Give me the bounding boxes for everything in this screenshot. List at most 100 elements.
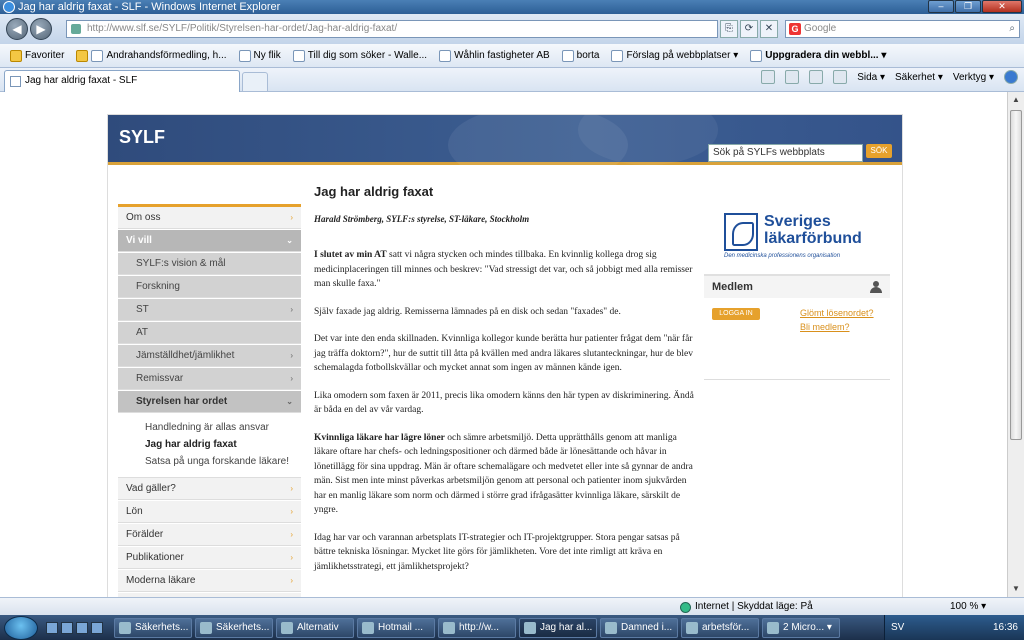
paragraph-text: och sämre arbetsmiljö. Detta upprätthåll…	[314, 432, 693, 516]
app-quicklaunch-icon[interactable]	[91, 621, 103, 634]
taskbar-button[interactable]: arbetsför...	[681, 617, 759, 638]
tools-menu[interactable]: Verktyg ▾	[953, 72, 994, 83]
taskbar-button[interactable]: Alternativ	[276, 617, 354, 638]
site-logo[interactable]: SYLF	[119, 127, 165, 148]
sidebar-nav: Om oss › Vi vill ⌄ SYLF:s vision & mål Forskn…	[118, 204, 301, 597]
site-search-button[interactable]: SÖK	[866, 144, 892, 158]
print-icon[interactable]	[833, 70, 848, 84]
address-input[interactable]: http://www.slf.se/SYLF/Politik/Styrelsen…	[66, 20, 718, 38]
add-favorite-icon	[76, 49, 89, 62]
sidebar-item[interactable]: Remissvar ›	[118, 368, 301, 390]
taskbar-button[interactable]: Damned i...	[600, 617, 678, 638]
member-title: Medlem	[712, 281, 753, 293]
sidebar-item[interactable]: Lön ›	[118, 501, 301, 523]
new-tab-button[interactable]	[242, 72, 268, 92]
scroll-up-icon[interactable]: ▲	[1008, 92, 1024, 108]
quick-launch	[46, 621, 103, 634]
page-icon	[292, 49, 305, 62]
language-indicator[interactable]: SV	[891, 622, 904, 633]
switch-windows-icon[interactable]	[61, 621, 73, 634]
sidebar-item-label: Jämställdhet/jämlikhet	[136, 350, 235, 361]
sidebar-item[interactable]: Moderna läkare ›	[118, 570, 301, 592]
search-icon[interactable]: ⌕	[1009, 21, 1015, 37]
forgot-password-link[interactable]: Glömt lösenordet?	[800, 308, 874, 318]
login-button[interactable]: LOGGA IN	[712, 308, 760, 320]
taskbar-button[interactable]: Hotmail ...	[357, 617, 435, 638]
nav-leaf-handledning[interactable]: Handledning är allas ansvar	[118, 419, 301, 436]
mail-icon[interactable]	[809, 70, 824, 84]
stop-icon[interactable]: ✕	[760, 20, 778, 38]
nav-leaf-current[interactable]: Jag har aldrig faxat	[118, 436, 301, 453]
page-icon	[750, 49, 763, 62]
sidebar-item[interactable]: Publikationer ›	[118, 547, 301, 569]
back-button[interactable]: ◀	[6, 18, 28, 40]
sidebar-item[interactable]: AT	[118, 322, 301, 344]
favorite-item[interactable]: Uppgradera din webbl... ▾	[746, 49, 890, 62]
start-button[interactable]	[4, 616, 38, 640]
sidebar-item[interactable]: Styrelsen har ordet ⌄	[118, 391, 301, 413]
clock[interactable]: 16:36	[993, 615, 1018, 640]
page-menu[interactable]: Sida ▾	[857, 72, 885, 83]
sidebar-item-label: Remissvar	[136, 373, 184, 384]
sidebar-item[interactable]: Vi vill ⌄	[118, 230, 301, 252]
taskbar-button[interactable]: Jag har al...	[519, 617, 597, 638]
favorites-button[interactable]: Favoriter	[6, 49, 68, 62]
sidebar-item[interactable]: Förälder ›	[118, 524, 301, 546]
minimize-button[interactable]: –	[928, 0, 954, 13]
sidebar-item-label: Om oss	[126, 212, 161, 223]
address-tools: ⎘ ⟳ ✕	[720, 20, 778, 38]
article-paragraph: Idag har var och varannan arbetsplats IT…	[314, 532, 680, 572]
url-text: http://www.slf.se/SYLF/Politik/Styrelsen…	[87, 23, 398, 34]
page-icon	[238, 49, 251, 62]
banner-decoration	[578, 95, 718, 165]
sidebar-item[interactable]: ST ›	[118, 299, 301, 321]
security-zone[interactable]: Internet | Skyddat läge: På	[680, 598, 813, 616]
show-desktop-icon[interactable]	[46, 621, 58, 634]
favorite-item[interactable]: Wåhlin fastigheter AB	[435, 49, 554, 62]
safety-menu[interactable]: Säkerhet ▾	[895, 72, 943, 83]
sidebar-item[interactable]: Om oss ›	[118, 207, 301, 229]
chevron-right-icon: ›	[290, 530, 293, 539]
taskbar-button[interactable]: Säkerhets...	[114, 617, 192, 638]
ie-quicklaunch-icon[interactable]	[76, 621, 88, 634]
sidebar-item-label: Vad gäller?	[126, 483, 176, 494]
nav-leaf-group: Handledning är allas ansvar Jag har aldr…	[118, 414, 301, 478]
tab-active[interactable]: Jag har aldrig faxat - SLF	[4, 70, 240, 92]
chevron-right-icon: ›	[290, 484, 293, 493]
forward-button[interactable]: ▶	[30, 18, 52, 40]
search-box[interactable]: G Google ⌕	[785, 20, 1020, 38]
compat-view-icon[interactable]: ⎘	[720, 20, 738, 38]
refresh-icon[interactable]: ⟳	[740, 20, 758, 38]
chevron-right-icon: ›	[290, 305, 293, 314]
site-search-input[interactable]: Sök på SYLFs webbplats	[708, 144, 863, 162]
nav-leaf-satsa[interactable]: Satsa på unga forskande läkare!	[118, 453, 301, 470]
slf-logo[interactable]: Sveriges läkarförbund Den medicinska pro…	[724, 213, 874, 261]
home-icon[interactable]	[761, 70, 776, 84]
scroll-thumb[interactable]	[1010, 110, 1022, 440]
sidebar-item-label: SYLF:s vision & mål	[136, 258, 226, 269]
rss-icon[interactable]	[785, 70, 800, 84]
sidebar-item[interactable]: Forskning	[118, 276, 301, 298]
sidebar-item[interactable]: Jämställdhet/jämlikhet ›	[118, 345, 301, 367]
favorite-item[interactable]: Andrahandsförmedling, h...	[72, 49, 230, 62]
sidebar-item[interactable]: Vad gäller? ›	[118, 478, 301, 500]
taskbar-button[interactable]: http://w...	[438, 617, 516, 638]
globe-icon	[680, 601, 691, 613]
help-icon[interactable]	[1004, 70, 1018, 84]
scroll-down-icon[interactable]: ▼	[1008, 581, 1024, 597]
favorite-item[interactable]: borta	[558, 49, 604, 62]
favorite-item[interactable]: Förslag på webbplatser ▾	[607, 49, 742, 62]
favorite-item[interactable]: Till dig som söker - Walle...	[289, 49, 431, 62]
join-link[interactable]: Bli medlem?	[800, 322, 850, 332]
window-titlebar: Jag har aldrig faxat - SLF - Windows Int…	[0, 0, 1024, 14]
sidebar-item[interactable]: SYLF:s vision & mål	[118, 253, 301, 275]
taskbar-button[interactable]: Säkerhets...	[195, 617, 273, 638]
close-button[interactable]: ✕	[982, 0, 1022, 13]
command-bar: Sida ▾ Säkerhet ▾ Verktyg ▾	[761, 70, 1018, 84]
taskbar-button[interactable]: 2 Micro... ▾	[762, 617, 840, 638]
zoom-control[interactable]: 100 % ▾	[950, 598, 986, 616]
vertical-scrollbar[interactable]: ▲ ▼	[1007, 92, 1024, 597]
favorite-item[interactable]: Ny flik	[235, 49, 285, 62]
sidebar-item-label: Vi vill	[126, 235, 152, 246]
maximize-button[interactable]: ❐	[955, 0, 981, 13]
